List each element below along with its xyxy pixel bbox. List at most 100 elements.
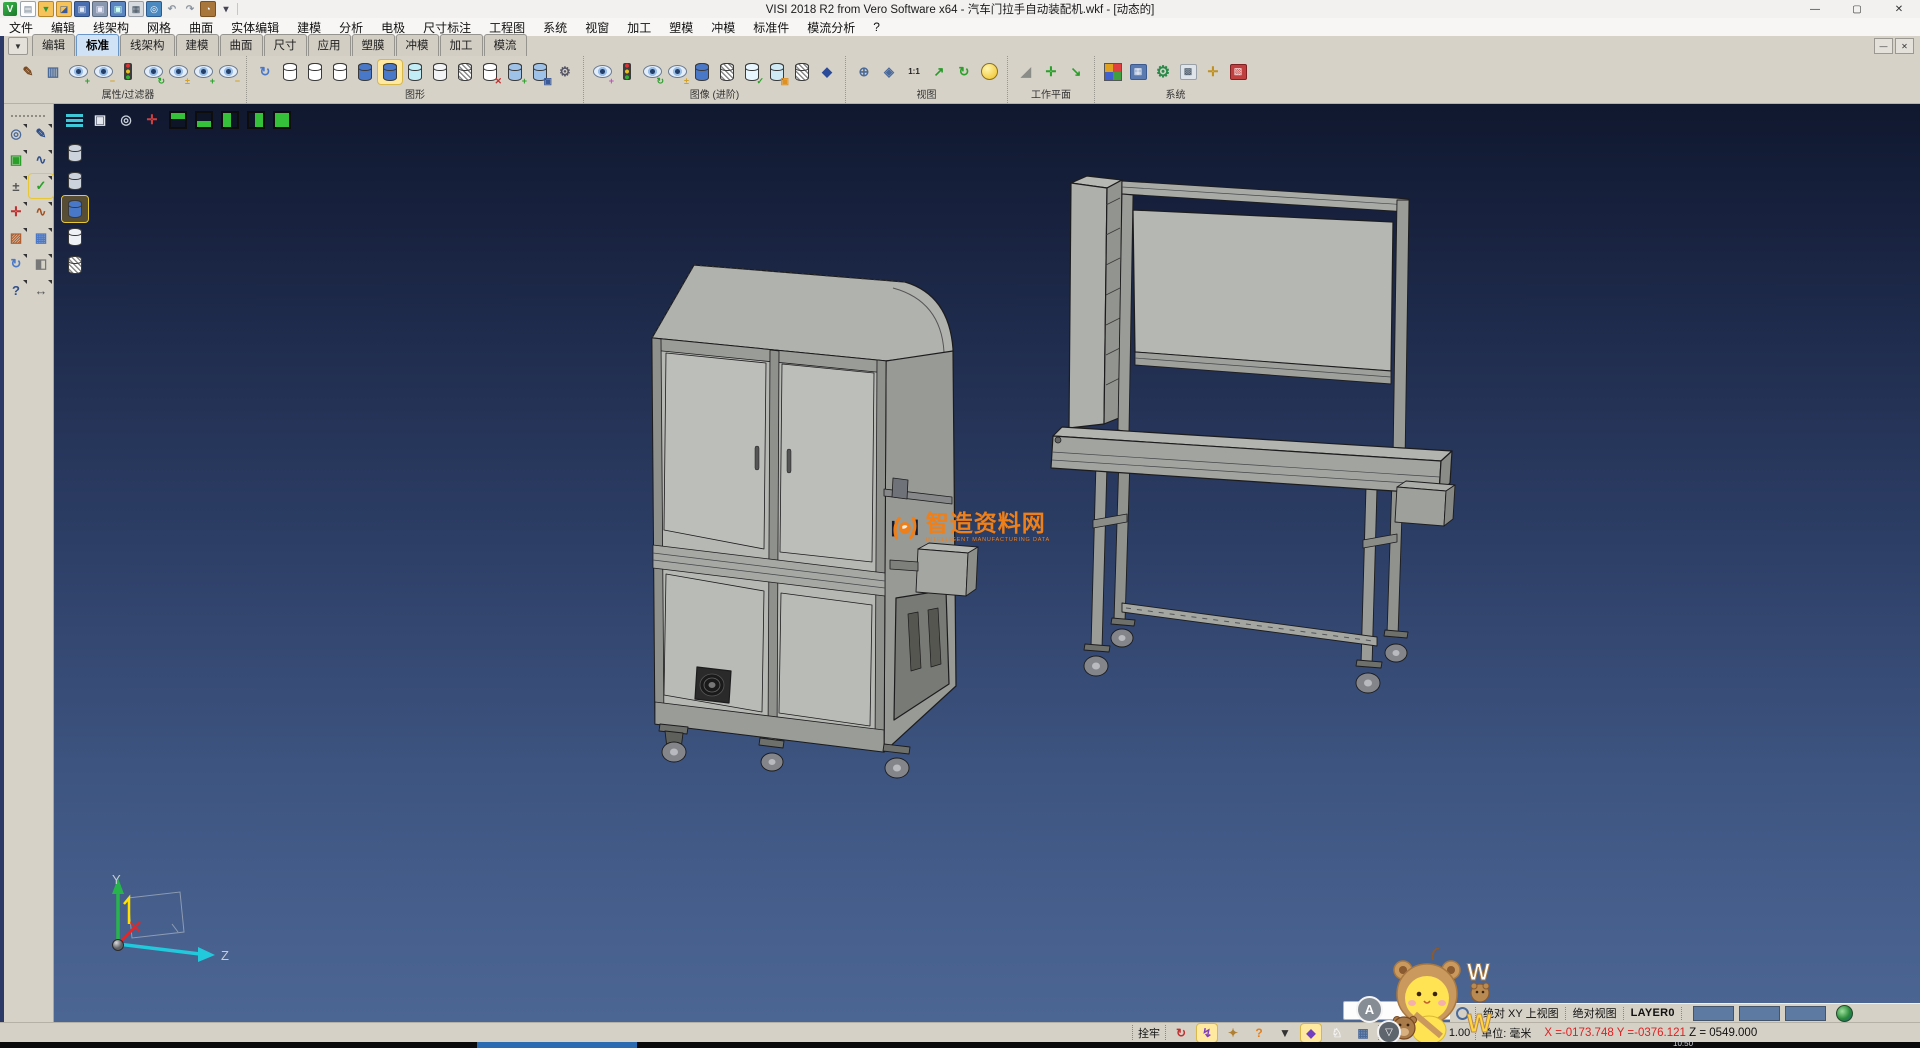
traffic-light-icon[interactable] (116, 60, 140, 84)
color-palette-icon[interactable] (1101, 60, 1125, 84)
layer-solid-active-icon[interactable] (378, 60, 402, 84)
absolute-view-label[interactable]: 绝对视图 (1573, 1005, 1617, 1021)
tab-surface[interactable]: 曲面 (220, 34, 263, 56)
grid-mode-icon[interactable]: ▦ (1353, 1024, 1373, 1042)
filter-hide-icon[interactable]: − (91, 60, 115, 84)
menu-flow-analysis[interactable]: 模流分析 (798, 18, 864, 36)
viewport-menu-icon[interactable] (62, 108, 86, 132)
display-wireframe2-icon[interactable] (62, 168, 88, 194)
display-shaded-active-icon[interactable] (62, 196, 88, 222)
view-window-icon[interactable]: ▦ (29, 226, 53, 250)
adv-filter-add-icon[interactable]: + (590, 60, 614, 84)
menu-help[interactable]: ? (864, 18, 889, 36)
tab-overflow-button[interactable]: ▼ (8, 37, 28, 55)
confirm-check-icon[interactable]: ✓ (29, 174, 53, 198)
tab-dimension[interactable]: 尺寸 (264, 34, 307, 56)
adv-reference-icon[interactable]: ▣ (765, 60, 789, 84)
windows-taskbar[interactable]: 10:50 (0, 1042, 1920, 1048)
tab-mould[interactable]: 塑膜 (352, 34, 395, 56)
image-filter-icon[interactable]: ▥ (41, 60, 65, 84)
tab-edit[interactable]: 编辑 (32, 34, 75, 56)
view-right-cube-icon[interactable] (244, 108, 268, 132)
curve-edit-icon[interactable]: ∿ (29, 148, 53, 172)
layer-light-icon[interactable] (428, 60, 452, 84)
machine-cabinet[interactable] (652, 265, 978, 778)
filter-plusminus-icon[interactable]: ± (166, 60, 190, 84)
adv-solid-icon[interactable] (690, 60, 714, 84)
machine-workbench[interactable] (1051, 176, 1455, 693)
close-button[interactable]: ✕ (1878, 0, 1920, 18)
measure-distance-icon[interactable]: ↔ (29, 278, 53, 302)
layer-copy-icon[interactable]: ▣ (528, 60, 552, 84)
save-icon[interactable]: ▣ (74, 2, 90, 17)
system-tools-icon[interactable]: ⚙ (1151, 60, 1175, 84)
hide-all-icon[interactable]: − (216, 60, 240, 84)
units-readout[interactable]: 单位: 毫米 (1475, 1025, 1536, 1040)
mdi-close-button[interactable]: ✕ (1895, 38, 1914, 54)
viewport-axes-icon[interactable]: ✛ (140, 108, 164, 132)
globe-icon[interactable] (1836, 1005, 1853, 1022)
attributes-brush-icon[interactable]: ▨ (4, 226, 28, 250)
magic-wand-icon[interactable]: ↯ (1197, 1024, 1217, 1042)
view-bottom-cube-icon[interactable] (192, 108, 216, 132)
layer-transparent-icon[interactable] (403, 60, 427, 84)
build-tool-icon[interactable]: ✦ (1223, 1024, 1243, 1042)
avatar-badge[interactable]: A (1356, 996, 1383, 1023)
viewport-3d[interactable]: ▣◎✛ 智造资料网 INTELLIGENT MANUFACTURING DATA (54, 104, 1920, 1022)
graphics-tools-icon[interactable]: ⚙ (553, 60, 577, 84)
tab-standard[interactable]: 标准 (76, 34, 119, 56)
help-icon[interactable]: ? (4, 278, 28, 302)
viewport-zoom-window-icon[interactable]: ▣ (88, 108, 112, 132)
zoom-dynamic-icon[interactable]: ◎ (4, 122, 28, 146)
chess-knight-icon[interactable]: ♘ (1327, 1024, 1347, 1042)
redo-icon[interactable]: ↷ (182, 2, 198, 17)
image-settings-icon[interactable]: ▦ (1126, 60, 1150, 84)
adv-traffic-icon[interactable] (615, 60, 639, 84)
maximize-button[interactable]: ▢ (1836, 0, 1878, 18)
regen-view-icon[interactable]: ↻ (4, 252, 28, 276)
display-wireframe1-icon[interactable] (62, 140, 88, 166)
view-orientation-label[interactable]: 绝对 XY 上视图 (1483, 1005, 1559, 1021)
view-refresh-icon[interactable]: ↻ (952, 60, 976, 84)
visi-logo[interactable]: V (2, 2, 18, 17)
quick-access-dropdown[interactable]: ▾ (218, 2, 234, 17)
save-as-icon[interactable]: ▣ (92, 2, 108, 17)
menu-window[interactable]: 视窗 (576, 18, 618, 36)
shade-mode-icon[interactable]: ◆ (1301, 1024, 1321, 1042)
workplane-main-icon[interactable]: ◢ (1014, 60, 1038, 84)
workplane-align-icon[interactable]: ✛ (1039, 60, 1063, 84)
menu-mould[interactable]: 塑模 (660, 18, 702, 36)
tab-progress[interactable]: 冲模 (396, 34, 439, 56)
shirt-avatar-icon[interactable]: ▽ (1377, 1020, 1401, 1044)
layer-delete-icon[interactable]: ✕ (478, 60, 502, 84)
adv-refresh-icon[interactable]: ↻ (640, 60, 664, 84)
shading-cube-icon[interactable]: ◧ (29, 252, 53, 276)
adv-striped-icon[interactable] (715, 60, 739, 84)
layer-wireframe2-icon[interactable] (303, 60, 327, 84)
viewport-zoom-all-icon[interactable]: ◎ (114, 108, 138, 132)
erase-pencil-icon[interactable]: ✎ (29, 122, 53, 146)
adv-hatch-icon[interactable] (790, 60, 814, 84)
render-smiley-icon[interactable] (977, 60, 1001, 84)
context-help-icon[interactable]: ? (1249, 1024, 1269, 1042)
layer-solid-icon[interactable] (353, 60, 377, 84)
zoom-extents-icon[interactable]: ◈ (877, 60, 901, 84)
show-all-icon[interactable]: + (191, 60, 215, 84)
scale-1-1-icon[interactable]: 1:1 (902, 60, 926, 84)
layer-wireframe3-icon[interactable] (328, 60, 352, 84)
tab-modeling[interactable]: 建模 (176, 34, 219, 56)
zoom-scale-icon[interactable]: ± (4, 174, 28, 198)
layer-group-icon[interactable]: + (503, 60, 527, 84)
view-direction-icon[interactable]: ↗ (927, 60, 951, 84)
zoom-in-icon[interactable]: ⊕ (852, 60, 876, 84)
selection-filter-icon[interactable]: ▼ (1275, 1024, 1295, 1042)
adv-verify-icon[interactable]: ✓ (740, 60, 764, 84)
view-iso-cube-icon[interactable] (270, 108, 294, 132)
new-file-icon[interactable]: ▤ (20, 2, 36, 17)
spline-pencil-icon[interactable]: ∿ (29, 200, 53, 224)
tab-machining[interactable]: 加工 (440, 34, 483, 56)
open-file-icon[interactable]: ▼ (38, 2, 54, 17)
menu-standard-parts[interactable]: 标准件 (744, 18, 798, 36)
lock-toggle[interactable]: 拴牢 (1132, 1025, 1165, 1040)
cad-grid-icon[interactable]: ▧ (1226, 60, 1250, 84)
